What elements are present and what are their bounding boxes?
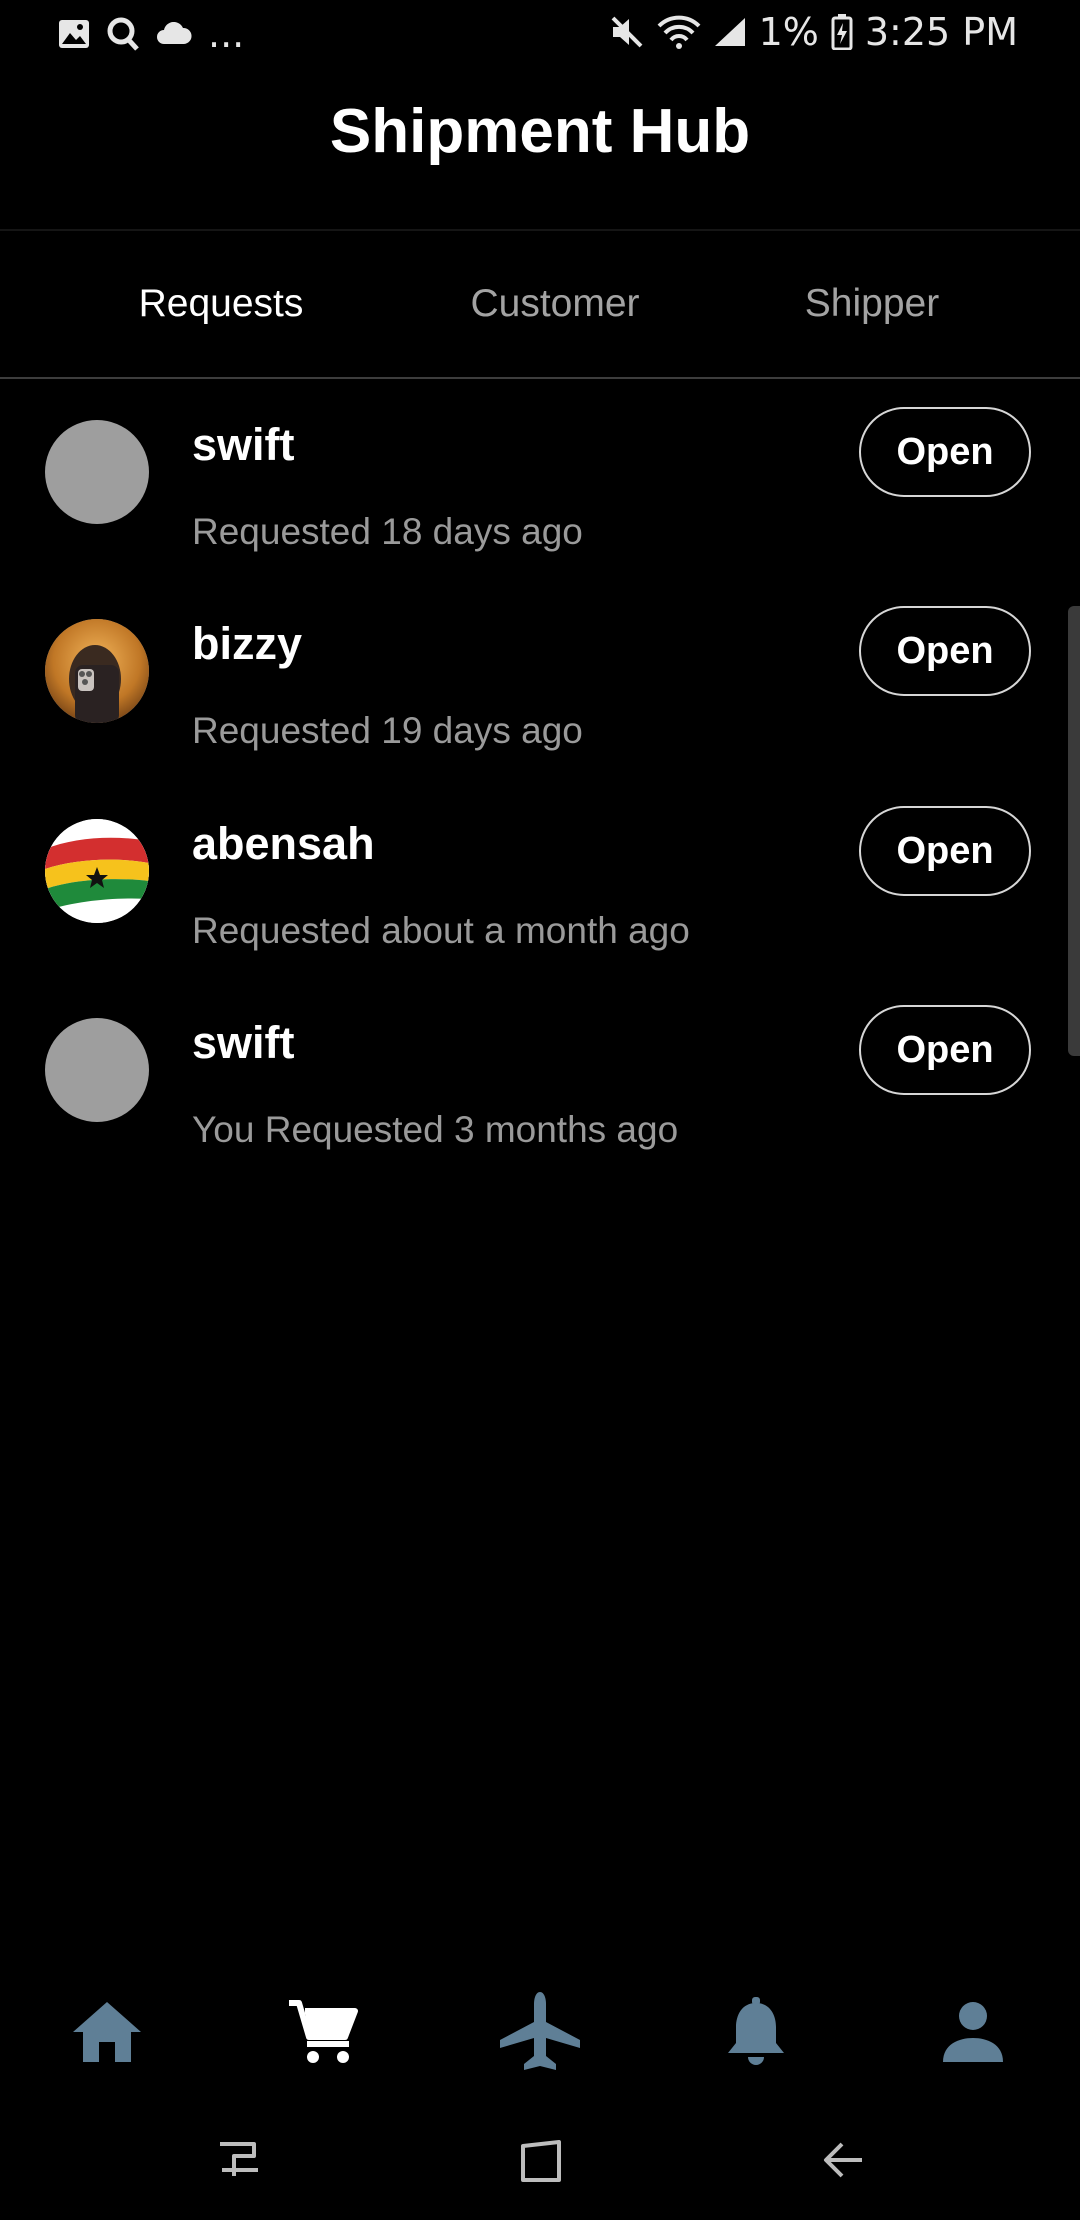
- cart-icon[interactable]: [275, 1984, 371, 2080]
- more-notifications: ...: [208, 12, 245, 56]
- home-square-icon[interactable]: [511, 2130, 571, 2190]
- header-divider: [0, 229, 1080, 231]
- requester-name: bizzy: [192, 618, 303, 669]
- cloud-icon: [156, 22, 192, 46]
- tab-requests[interactable]: Requests: [68, 232, 374, 376]
- person-icon[interactable]: [925, 1984, 1021, 2080]
- requester-name: swift: [192, 1017, 295, 1068]
- search-q-icon: [106, 16, 140, 52]
- image-icon: [58, 19, 90, 49]
- bottom-nav: [0, 1960, 1080, 2090]
- request-time: Requested about a month ago: [192, 910, 690, 951]
- requester-name: abensah: [192, 818, 375, 869]
- scrollbar[interactable]: [1068, 606, 1080, 1056]
- request-time: You Requested 3 months ago: [192, 1109, 679, 1150]
- list-item[interactable]: abensah Requested about a month ago Open: [0, 806, 1080, 1006]
- signal-icon: [713, 16, 747, 48]
- wifi-icon: [657, 14, 701, 50]
- open-button[interactable]: Open: [859, 606, 1031, 696]
- bell-icon[interactable]: [708, 1984, 804, 2080]
- airplane-icon[interactable]: [492, 1984, 588, 2080]
- open-button[interactable]: Open: [859, 407, 1031, 497]
- home-icon[interactable]: [59, 1984, 155, 2080]
- mute-icon: [609, 14, 645, 50]
- avatar: [45, 420, 149, 524]
- list-item[interactable]: swift Requested 18 days ago Open: [0, 407, 1080, 607]
- tabs-divider: [0, 377, 1080, 379]
- list-item[interactable]: swift You Requested 3 months ago Open: [0, 1005, 1080, 1205]
- status-bar: ... 1% 3:25 PM: [0, 0, 1080, 66]
- request-time: Requested 19 days ago: [192, 710, 583, 751]
- clock: 3:25 PM: [864, 10, 1018, 54]
- battery-percent: 1%: [758, 10, 819, 54]
- requester-name: swift: [192, 419, 295, 470]
- open-button[interactable]: Open: [859, 806, 1031, 896]
- tab-shipper[interactable]: Shipper: [730, 232, 1014, 376]
- recents-icon[interactable]: [208, 2130, 268, 2190]
- page-title: Shipment Hub: [329, 97, 751, 166]
- system-navigation: [0, 2100, 1080, 2220]
- back-icon[interactable]: [812, 2130, 872, 2190]
- tab-bar: Requests Customer Shipper: [0, 232, 1080, 376]
- avatar: [45, 619, 149, 723]
- avatar: [45, 1018, 149, 1122]
- request-time: Requested 18 days ago: [192, 511, 583, 552]
- open-button[interactable]: Open: [859, 1005, 1031, 1095]
- battery-charging-icon: [831, 14, 853, 50]
- list-item[interactable]: bizzy Requested 19 days ago Open: [0, 606, 1080, 806]
- tab-customer[interactable]: Customer: [400, 232, 710, 376]
- avatar: [45, 819, 149, 923]
